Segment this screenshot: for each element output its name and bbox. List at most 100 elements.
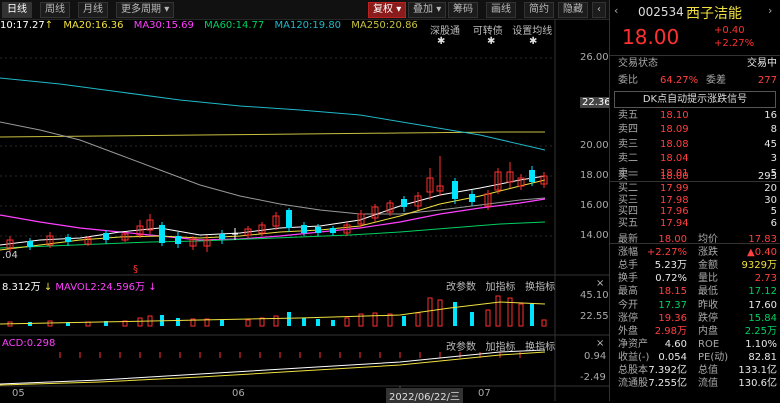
ask-row[interactable]: 卖三 18.08 45 — [610, 138, 780, 152]
stat-label: 换手 — [618, 273, 638, 285]
stat-row: 净资产 4.60 ROE 1.10% — [610, 338, 780, 352]
stat-value: 0.054 — [658, 351, 687, 363]
chevron-right-icon[interactable]: › — [768, 4, 772, 17]
stat-value: 17.12 — [748, 286, 777, 298]
ask-volume: 16 — [764, 110, 777, 121]
y-label: 18.00 — [580, 170, 609, 181]
stat-value: 19.36 — [658, 312, 687, 324]
stat-value: 9329万 — [741, 260, 777, 272]
stat-value: 2.25万 — [744, 325, 777, 337]
ask-label: 卖五 — [618, 110, 638, 121]
ask-price: 18.08 — [660, 138, 689, 150]
current-price-tag: 22.36 — [580, 97, 613, 108]
macd-edit-params[interactable]: 改参数 — [446, 342, 476, 353]
stat-label: PE(动) — [698, 351, 729, 363]
vol-edit-params[interactable]: 改参数 — [446, 282, 476, 293]
vol-change-indicator[interactable]: 换指标 — [525, 282, 555, 293]
stat-row: 总手 5.23万 金额 9329万 — [610, 259, 780, 273]
volume-bars — [7, 295, 547, 327]
vol-axis-label: 22.55 — [580, 311, 609, 322]
status-row: 交易状态 交易中 — [610, 57, 780, 71]
ratio-value: 64.27% — [660, 75, 699, 86]
stat-label: 内盘 — [698, 325, 718, 337]
stat-row: 总股本 7.392亿 总值 133.1亿 — [610, 364, 780, 378]
stat-label: 最新 — [618, 234, 638, 245]
ask-label: 卖三 — [618, 138, 638, 150]
ask-row[interactable]: 卖二 18.04 3 — [610, 152, 780, 166]
stock-name: 西子洁能 — [686, 6, 742, 22]
ratio-row: 委比 64.27% 委差 277 — [610, 74, 780, 88]
date-label: 07 — [478, 388, 491, 399]
stat-label: 涨幅 — [618, 247, 638, 259]
stat-label: 外盘 — [618, 325, 638, 337]
ma250-line — [0, 131, 545, 138]
stat-label: 总股本 — [618, 365, 648, 376]
stat-row: 换手 0.72% 量比 2.73 — [610, 272, 780, 286]
date-label: 06 — [232, 388, 245, 399]
ask-volume: 45 — [764, 138, 777, 150]
diff-label: 委差 — [706, 75, 726, 86]
stat-label: 今开 — [618, 299, 638, 311]
ask-volume: 8 — [770, 124, 777, 136]
stat-value: 15.84 — [748, 312, 777, 324]
stat-row: 流通股 7.255亿 流值 130.6亿 — [610, 377, 780, 391]
date-label: 05 — [12, 388, 25, 399]
stat-label: 总值 — [698, 365, 718, 376]
price-change: +0.40 — [714, 25, 745, 36]
stat-label: 总手 — [618, 260, 638, 272]
stat-value: 18.00 — [658, 234, 687, 245]
volume-tabs: 改参数 加指标 换指标 — [446, 278, 555, 293]
stat-value: +2.27% — [646, 247, 687, 259]
mavol-value: 8.312万 — [2, 282, 41, 293]
stock-code: 002534 — [638, 5, 684, 19]
stat-value: 4.60 — [664, 338, 687, 350]
quote-panel: ‹ 002534 西子洁能 › 18.00 +0.40 +2.27% 交易状态 … — [609, 0, 780, 401]
ratio-label: 委比 — [618, 75, 638, 86]
marker-s-icon: § — [133, 264, 138, 275]
vol-axis-label: 45.10 — [580, 290, 609, 301]
star-icon: ✱ — [437, 36, 445, 47]
macd-legend: ACD:0.298 — [2, 338, 56, 349]
signal-button[interactable]: DK点自动提示涨跌信号 — [614, 91, 776, 108]
ask-price: 18.09 — [660, 124, 689, 136]
chevron-left-icon[interactable]: ‹ — [614, 4, 618, 17]
stat-value: 1.10% — [745, 338, 777, 350]
y-label: 14.00 — [580, 230, 609, 241]
stat-label: 量比 — [698, 273, 718, 285]
chart-area[interactable]: 日线 周线 月线 更多周期 ▾ 复权 ▾ 叠加 ▾ 筹码 画线 简约 隐藏 ‹ … — [0, 0, 613, 403]
y-label: 20.00 — [580, 140, 609, 151]
stat-row: 最新 18.00 均价 17.83 — [610, 233, 780, 247]
mavol2-value: MAVOL2:24.596万 — [55, 282, 146, 293]
macd-axis-label: 0.94 — [584, 351, 607, 362]
bid-row[interactable]: 买五 17.94 6 — [610, 217, 780, 231]
close-icon[interactable]: × — [596, 338, 604, 349]
volume-legend: 8.312万 ↓ MAVOL2:24.596万 ↓ — [2, 282, 157, 293]
stat-value: 82.81 — [748, 351, 777, 363]
status-label: 交易状态 — [618, 58, 658, 69]
stat-value: 130.6亿 — [738, 378, 777, 390]
stat-label: ROE — [698, 338, 720, 350]
bid-label: 买五 — [618, 218, 638, 230]
low-label: .04 — [2, 250, 18, 261]
stat-row: 涨幅 +2.27% 涨跌 ▲0.40 — [610, 246, 780, 260]
macd-change-indicator[interactable]: 换指标 — [525, 342, 555, 353]
star-icon: ✱ — [529, 36, 537, 47]
y-label: 16.00 — [580, 200, 609, 211]
ask-volume: 3 — [770, 153, 777, 165]
bid-price: 17.94 — [660, 218, 689, 230]
ask-row[interactable]: 卖五 18.10 16 — [610, 109, 780, 123]
macd-add-indicator[interactable]: 加指标 — [486, 342, 516, 353]
close-icon[interactable]: × — [596, 278, 604, 289]
stat-row: 外盘 2.98万 内盘 2.25万 — [610, 325, 780, 339]
ma120-line — [0, 77, 546, 151]
vol-add-indicator[interactable]: 加指标 — [486, 282, 516, 293]
stat-label: 净资产 — [618, 338, 648, 350]
stat-row: 收益(-) 0.054 PE(动) 82.81 — [610, 351, 780, 365]
star-icon: ✱ — [487, 36, 495, 47]
last-price: 18.00 — [622, 25, 680, 49]
price-pct: +2.27% — [714, 38, 755, 49]
ask-row[interactable]: 卖四 18.09 8 — [610, 123, 780, 137]
ask-label: 卖四 — [618, 124, 638, 136]
stat-row: 最高 18.15 最低 17.12 — [610, 285, 780, 299]
stat-label: 涨跌 — [698, 247, 718, 259]
